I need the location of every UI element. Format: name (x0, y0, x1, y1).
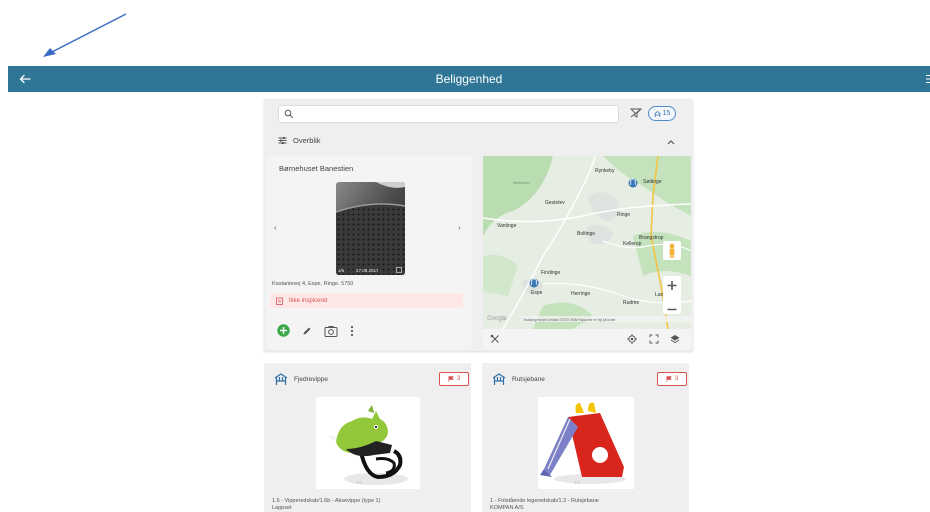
overview-label: Overblik (293, 136, 321, 145)
annotation-arrow (43, 13, 127, 57)
equipment-card-rutsjebane[interactable]: Rutsjebane 3 1/1 1 - Fritstående legered… (482, 363, 689, 512)
photo-image (336, 182, 405, 275)
next-photo-icon[interactable]: › (458, 223, 461, 232)
flag-icon (448, 376, 454, 382)
equipment-category: 1 - Fritstående legeredskab/1.3 - Rutsje… (490, 498, 599, 504)
equipment-card-fjedrevippe[interactable]: Fjedrevippe 3 1/1 1.6 - Vipperedskab/1.6… (264, 363, 471, 512)
pegman-icon (669, 243, 675, 258)
map-town-kellerup: Kellerup (623, 241, 642, 247)
inspection-status: Ikke inspiceret (270, 293, 463, 308)
photo-counter: 1/1 (574, 480, 581, 485)
equipment-name: Rutsjebane (512, 376, 545, 383)
map-tiles: Rynkeby Sødinge Gestelev Ringe Vantinge … (483, 156, 691, 330)
equipment-photo[interactable]: 1/1 (316, 397, 420, 489)
tools-icon[interactable] (490, 334, 500, 344)
filter-off-icon[interactable] (630, 108, 642, 118)
map-town-herringe: Herringe (571, 291, 590, 297)
map-town-rudme: Rudme (623, 300, 639, 306)
slide-image (540, 402, 626, 484)
map-town-brangstrup: Brangstrup (639, 235, 664, 241)
equipment-description: 1.6 - Vipperedskab/1.6b - Aksevippe (typ… (272, 498, 380, 512)
search-icon (284, 109, 294, 119)
flag-count: 3 (674, 376, 679, 382)
map-attribution: Tastaturgenveje Kortdata ©2023 Vilkår Ra… (523, 318, 615, 322)
add-icon[interactable] (277, 324, 290, 337)
equipment-manufacturer: Lappset (272, 505, 292, 511)
tune-icon (278, 137, 287, 144)
location-name: Børnehuset Banestien (279, 164, 354, 173)
location-actions (277, 324, 354, 337)
clipboard-icon (276, 297, 283, 305)
inspection-status-label: Ikke inspiceret (289, 297, 328, 304)
my-location-icon[interactable] (627, 334, 637, 344)
flag-count-badge[interactable]: 3 (657, 372, 687, 386)
map-town-vantinge: Vantinge (497, 223, 517, 229)
playground-icon (492, 373, 506, 385)
spring-rider-image (328, 405, 408, 485)
street-view-button[interactable] (663, 241, 681, 260)
gallery-icon (396, 267, 402, 273)
playground-icon (274, 373, 288, 385)
photo-counter: 1/1 (356, 480, 363, 485)
camera-icon[interactable] (324, 325, 338, 337)
chevron-up-icon[interactable] (667, 140, 675, 145)
zoom-out-icon[interactable] (663, 300, 681, 319)
map-area-label: Hindsholm (513, 181, 530, 185)
location-card: Børnehuset Banestien ‹ 1/6 27.08.2017 › … (266, 156, 472, 349)
item-count-badge[interactable]: 15 (648, 106, 676, 121)
flag-count-badge[interactable]: 3 (439, 372, 469, 386)
menu-icon[interactable] (926, 74, 930, 84)
map-toolbar (483, 329, 691, 349)
page-title: Beliggenhed (435, 72, 503, 86)
equipment-description: 1 - Fritstående legeredskab/1.3 - Rutsje… (490, 498, 599, 512)
edit-pencil-icon[interactable] (302, 326, 312, 336)
previous-photo-icon[interactable]: ‹ (274, 223, 277, 232)
page: Beliggenhed 15 Overblik Børnehuset Banes… (0, 0, 930, 512)
equipment-manufacturer: KOMPAN A/S (490, 505, 524, 511)
overview-header[interactable]: Overblik (278, 136, 321, 145)
map-town-rynkeby: Rynkeby (595, 168, 615, 174)
more-vert-icon[interactable] (350, 325, 354, 337)
search-input[interactable] (299, 107, 615, 121)
google-logo: Google (487, 316, 507, 322)
flag-count: 3 (456, 376, 461, 382)
equipment-photo[interactable]: 1/1 (538, 397, 634, 489)
map-town-boltinge: Boltinge (577, 231, 595, 237)
map-town-findinge: Findinge (541, 270, 560, 276)
location-photo[interactable]: 1/6 27.08.2017 (336, 182, 405, 275)
map-town-sodinge: Sødinge (643, 179, 662, 185)
photo-date: 27.08.2017 (356, 268, 379, 273)
layers-icon[interactable] (670, 334, 680, 344)
flag-icon (666, 376, 672, 382)
map-town-espe: Espe (531, 290, 543, 296)
playground-icon (653, 110, 661, 117)
zoom-in-icon[interactable] (663, 276, 681, 295)
item-count: 15 (662, 110, 671, 117)
zoom-controls (663, 276, 681, 314)
map-view[interactable]: Rynkeby Sødinge Gestelev Ringe Vantinge … (483, 156, 691, 349)
map-town-gestelev: Gestelev (545, 200, 565, 206)
map-town-ringe: Ringe (617, 212, 630, 218)
overview-panel: 15 Overblik Børnehuset Banestien ‹ 1/6 2… (264, 99, 693, 351)
equipment-name: Fjedrevippe (294, 376, 328, 383)
fullscreen-icon[interactable] (649, 334, 659, 344)
photo-counter: 1/6 (338, 268, 345, 273)
search-box[interactable] (278, 105, 619, 123)
top-app-bar: Beliggenhed (8, 66, 930, 92)
location-address: Kastanievej 4, Espe, Ringe. 5750 (272, 281, 354, 287)
equipment-category: 1.6 - Vipperedskab/1.6b - Aksevippe (typ… (272, 498, 381, 504)
